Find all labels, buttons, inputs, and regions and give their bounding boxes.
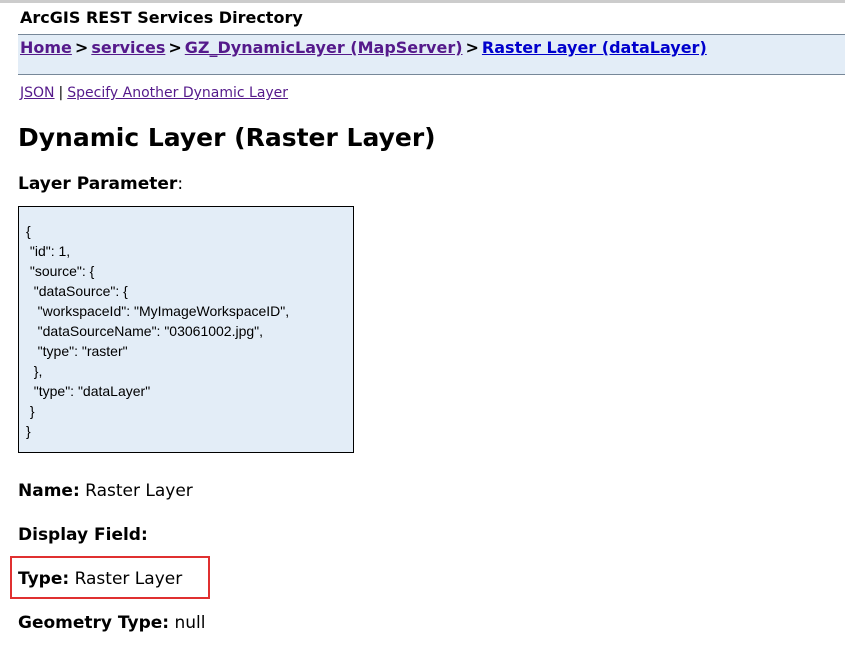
breadcrumb-services-link[interactable]: services xyxy=(91,38,165,57)
layer-parameter-colon: : xyxy=(177,174,184,194)
breadcrumb-separator: > xyxy=(74,38,89,57)
geometry-type-field: Geometry Type: null xyxy=(18,612,205,634)
breadcrumb-separator: > xyxy=(168,38,182,57)
format-links: JSON | Specify Another Dynamic Layer xyxy=(20,84,288,102)
breadcrumb-mapserver-link[interactable]: GZ_DynamicLayer (MapServer) xyxy=(185,38,463,57)
geometry-type-value: null xyxy=(174,613,206,633)
name-field: Name: Raster Layer xyxy=(18,480,193,502)
top-rule xyxy=(0,0,845,3)
layer-parameter-label-text: Layer Parameter xyxy=(18,174,178,194)
name-value: Raster Layer xyxy=(85,481,193,501)
breadcrumb-home-link[interactable]: Home xyxy=(20,38,72,57)
specify-another-dynamic-layer-link[interactable]: Specify Another Dynamic Layer xyxy=(67,85,288,101)
name-label: Name: xyxy=(18,481,80,501)
breadcrumb-current-layer-link[interactable]: Raster Layer (dataLayer) xyxy=(482,38,707,57)
page-title: Dynamic Layer (Raster Layer) xyxy=(18,123,436,152)
breadcrumb-bar: Home > services > GZ_DynamicLayer (MapServer… xyxy=(18,34,845,75)
layer-parameter-json: { "id": 1, "source": { "dataSource": { "… xyxy=(18,206,354,453)
link-separator: | xyxy=(58,85,64,101)
type-highlight-box xyxy=(10,556,210,599)
display-field-label: Display Field: xyxy=(18,525,148,545)
json-link[interactable]: JSON xyxy=(20,85,55,101)
breadcrumb: Home > services > GZ_DynamicLayer (MapServer… xyxy=(20,38,707,58)
directory-title: ArcGIS REST Services Directory xyxy=(20,8,303,27)
geometry-type-label: Geometry Type: xyxy=(18,613,170,633)
layer-parameter-label: Layer Parameter: xyxy=(18,173,183,195)
display-field-field: Display Field: xyxy=(18,524,148,546)
breadcrumb-separator: > xyxy=(465,38,479,57)
